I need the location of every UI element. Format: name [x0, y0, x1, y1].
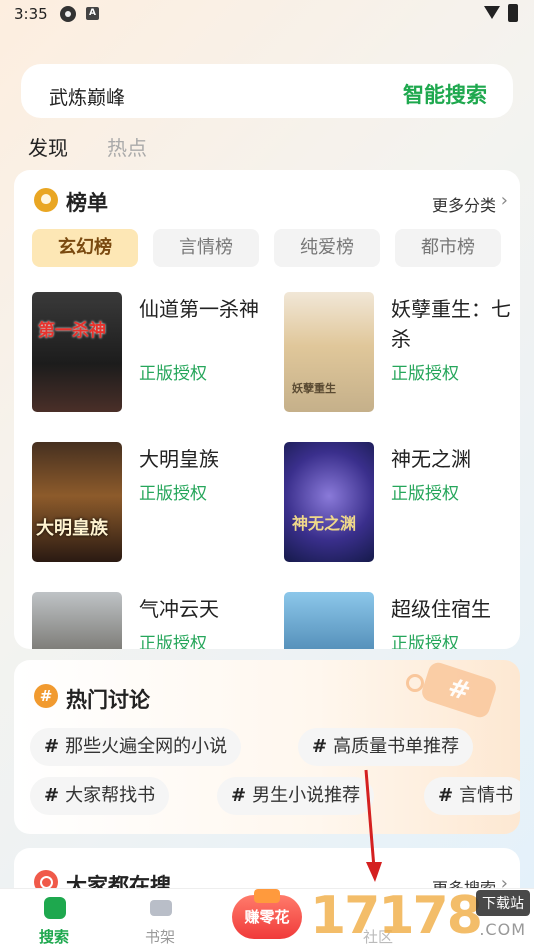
sync-icon	[60, 6, 76, 22]
rank-tab-bl[interactable]: 纯爱榜	[274, 229, 380, 267]
battery-icon	[508, 4, 518, 22]
topic-chip[interactable]: # 言情书	[424, 777, 520, 815]
discussion-title: 热门讨论	[66, 688, 150, 712]
rank-tab-romance[interactable]: 言情榜	[153, 229, 259, 267]
book-title[interactable]: 大明皇族	[139, 444, 269, 474]
nav-label: 搜索	[38, 928, 69, 946]
nav-bookshelf[interactable]: 书架	[120, 889, 200, 950]
rank-tab-urban[interactable]: 都市榜	[395, 229, 501, 267]
book-cover[interactable]: 妖孽重生	[284, 292, 374, 412]
nav-label: 书架	[144, 928, 175, 946]
license-badge: 正版授权	[139, 364, 207, 384]
smart-search-button[interactable]: 智能搜索	[403, 79, 487, 109]
ranking-title: 榜单	[66, 191, 108, 215]
earn-pocket-money-button[interactable]: 赚零花	[232, 889, 302, 939]
book-cover[interactable]: 大明皇族	[32, 442, 122, 562]
license-badge: 正版授权	[139, 634, 207, 649]
gift-icon	[254, 889, 280, 903]
book-item[interactable]: 妖孽重生 妖孽重生：七杀 正版授权	[284, 292, 520, 416]
trophy-icon	[34, 188, 58, 212]
tab-hot[interactable]: 热点	[107, 132, 147, 161]
bookshelf-icon	[150, 900, 172, 916]
book-item[interactable]: 大明皇族 大明皇族 正版授权	[32, 442, 272, 566]
hashtag-icon: #	[34, 684, 58, 708]
ranking-card: 榜单 更多分类 › 玄幻榜 言情榜 纯爱榜 都市榜 第一杀神 仙道第一杀神 正版…	[14, 170, 520, 649]
book-title[interactable]: 超级住宿生	[391, 594, 520, 624]
license-badge: 正版授权	[391, 484, 459, 504]
status-time: 3:35	[14, 5, 48, 23]
wifi-icon	[484, 6, 500, 19]
license-badge: 正版授权	[391, 364, 459, 384]
nav-search[interactable]: 搜索	[14, 889, 94, 950]
book-title[interactable]: 妖孽重生：七杀	[391, 294, 520, 354]
license-badge: 正版授权	[139, 484, 207, 504]
watermark-logo: 17178 下载站 .COM	[310, 880, 534, 950]
topic-chip[interactable]: # 男生小说推荐	[217, 777, 375, 815]
notification-icon: A	[86, 7, 99, 20]
search-icon	[44, 897, 66, 919]
tag-icon: #	[419, 660, 499, 720]
book-item[interactable]: 超级住宿生 正版授权	[284, 592, 520, 649]
tab-discover[interactable]: 发现	[28, 132, 68, 161]
book-item[interactable]: 神无之渊 神无之渊 正版授权	[284, 442, 520, 566]
topic-chip[interactable]: # 高质量书单推荐	[298, 728, 474, 766]
book-item[interactable]: 气冲云天 正版授权	[32, 592, 272, 649]
book-cover[interactable]	[32, 592, 122, 649]
topic-chip[interactable]: # 大家帮找书	[30, 777, 170, 815]
book-cover[interactable]: 神无之渊	[284, 442, 374, 562]
topic-chip[interactable]: # 那些火遍全网的小说	[30, 728, 242, 766]
book-title[interactable]: 气冲云天	[139, 594, 269, 624]
rank-tab-fantasy[interactable]: 玄幻榜	[32, 229, 138, 267]
search-bar[interactable]: 武炼巅峰 智能搜索	[21, 64, 513, 118]
hot-discussion-card: # 热门讨论 # # 那些火遍全网的小说 # 高质量书单推荐 # 大家帮找书 # 男生小…	[14, 660, 520, 834]
chevron-right-icon[interactable]: ›	[501, 190, 508, 211]
book-title[interactable]: 仙道第一杀神	[139, 294, 269, 324]
search-input[interactable]: 武炼巅峰	[49, 83, 125, 110]
book-title[interactable]: 神无之渊	[391, 444, 520, 474]
more-categories-link[interactable]: 更多分类	[432, 192, 496, 216]
license-badge: 正版授权	[391, 634, 459, 649]
book-item[interactable]: 第一杀神 仙道第一杀神 正版授权	[32, 292, 272, 416]
book-cover[interactable]: 第一杀神	[32, 292, 122, 412]
status-bar: 3:35 A	[0, 0, 534, 30]
book-cover[interactable]	[284, 592, 374, 649]
